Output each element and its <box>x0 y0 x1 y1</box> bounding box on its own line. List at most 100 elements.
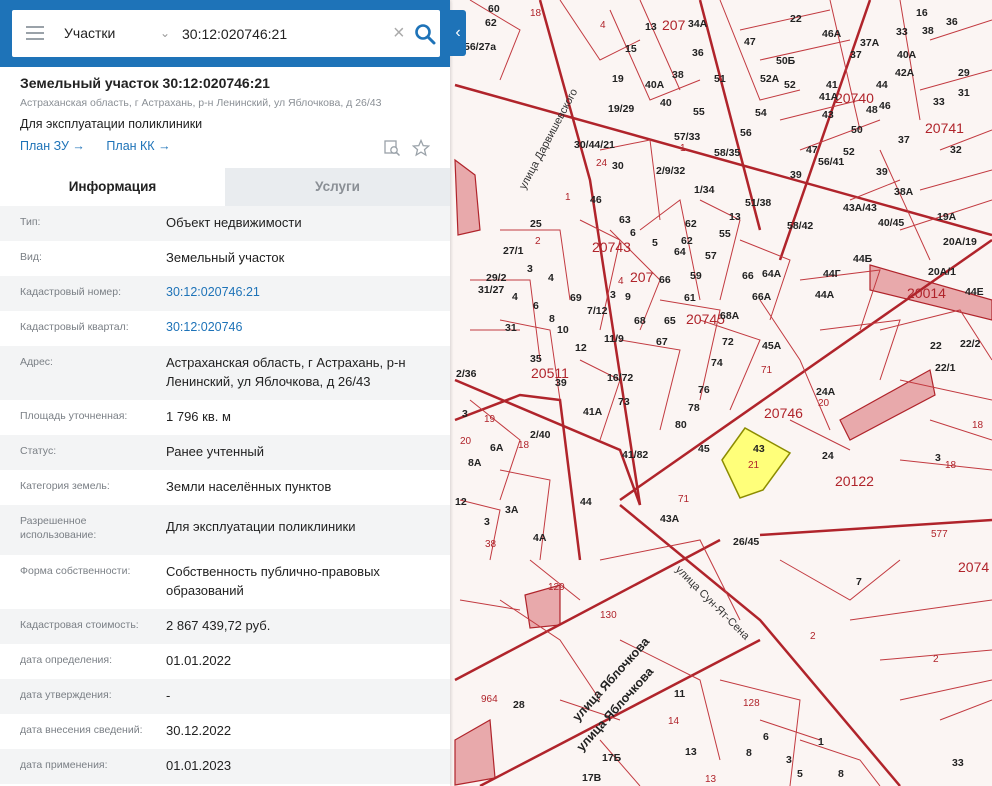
svg-text:50Б: 50Б <box>776 55 796 67</box>
svg-text:31/27: 31/27 <box>478 284 504 296</box>
info-value: 30.12.2022 <box>166 723 232 738</box>
svg-text:20: 20 <box>818 398 830 409</box>
svg-text:6: 6 <box>630 227 636 239</box>
svg-text:29: 29 <box>958 67 970 79</box>
svg-text:43А: 43А <box>660 513 680 525</box>
svg-text:71: 71 <box>678 494 690 505</box>
quarter-label: 20014 <box>907 285 946 301</box>
quarter-label: 20741 <box>925 120 964 136</box>
map-block-fill <box>454 719 496 786</box>
svg-text:33: 33 <box>933 96 945 108</box>
svg-text:64А: 64А <box>762 268 782 280</box>
chevron-left-icon: ‹ <box>455 24 461 41</box>
info-label: дата внесения сведений: <box>20 724 143 736</box>
svg-text:20А/19: 20А/19 <box>943 236 977 248</box>
svg-text:13: 13 <box>729 211 741 223</box>
svg-text:72: 72 <box>722 336 734 348</box>
svg-text:22: 22 <box>930 340 942 352</box>
svg-text:12: 12 <box>455 496 467 508</box>
svg-text:2/9/32: 2/9/32 <box>656 165 685 177</box>
svg-text:55: 55 <box>719 228 731 240</box>
tab-info[interactable]: Информация <box>0 168 225 206</box>
info-row-status: Статус: Ранее учтенный <box>0 435 450 470</box>
svg-text:3: 3 <box>786 754 792 766</box>
search-icon[interactable] <box>414 23 436 45</box>
svg-text:18: 18 <box>518 440 530 451</box>
svg-text:66А: 66А <box>752 291 772 303</box>
svg-text:1: 1 <box>818 736 824 748</box>
cadastral-quarter-link[interactable]: 30:12:020746 <box>166 318 450 339</box>
info-row-cadastral-value: Кадастровая стоимость: 2 867 439,72 руб. <box>0 609 450 644</box>
info-row-date-applied: дата применения: 01.01.2023 <box>0 749 450 784</box>
svg-text:58/42: 58/42 <box>787 220 813 232</box>
svg-text:38: 38 <box>922 25 934 37</box>
info-row-type: Тип: Объект недвижимости <box>0 206 450 241</box>
tab-services[interactable]: Услуги <box>225 168 450 206</box>
object-type-select[interactable]: Участки ⌄ <box>64 10 170 57</box>
clear-icon[interactable]: × <box>393 23 405 43</box>
plan-kk-link[interactable]: План КК → <box>106 139 170 153</box>
svg-text:14: 14 <box>668 716 680 727</box>
svg-text:38: 38 <box>672 69 684 81</box>
info-value: 01.01.2022 <box>166 653 232 668</box>
svg-text:26/45: 26/45 <box>733 536 759 548</box>
svg-text:36: 36 <box>692 47 704 59</box>
svg-text:56: 56 <box>740 127 752 139</box>
svg-text:44: 44 <box>876 79 888 91</box>
svg-text:4: 4 <box>512 291 518 303</box>
svg-text:24А: 24А <box>816 386 836 398</box>
plan-zu-link[interactable]: План ЗУ → <box>20 139 85 153</box>
svg-text:57/33: 57/33 <box>674 131 700 143</box>
object-actions <box>383 138 431 160</box>
svg-text:22/1: 22/1 <box>935 362 956 374</box>
info-label: дата определения: <box>20 654 113 666</box>
quarter-label: 20743 <box>592 239 631 255</box>
object-address: Астраханская область, г Астрахань, р-н Л… <box>20 97 382 109</box>
info-table: Тип: Объект недвижимости Вид: Земельный … <box>0 206 450 784</box>
svg-text:3: 3 <box>610 289 616 301</box>
svg-text:40А: 40А <box>645 79 665 91</box>
object-purpose: Для эксплуатации поликлиники <box>20 117 203 131</box>
svg-text:32: 32 <box>950 144 962 156</box>
svg-text:54: 54 <box>755 107 767 119</box>
menu-icon[interactable] <box>26 26 44 40</box>
star-icon[interactable] <box>411 138 431 157</box>
svg-text:18: 18 <box>945 460 957 471</box>
svg-text:47: 47 <box>744 36 756 48</box>
svg-text:18: 18 <box>530 8 542 19</box>
svg-text:3: 3 <box>527 263 533 275</box>
svg-text:33: 33 <box>896 26 908 38</box>
info-row-cadastral-quarter: Кадастровый квартал: 30:12:020746 <box>0 311 450 346</box>
svg-text:76: 76 <box>698 384 710 396</box>
svg-text:46: 46 <box>879 100 891 112</box>
collapse-panel-button[interactable]: ‹ <box>450 10 466 56</box>
search-box: Участки ⌄ × <box>12 10 440 57</box>
svg-text:37: 37 <box>850 49 862 61</box>
svg-text:48: 48 <box>866 104 878 116</box>
quarter-label: 20746 <box>764 405 803 421</box>
svg-text:39: 39 <box>555 377 567 389</box>
locate-on-map-icon[interactable] <box>383 139 401 157</box>
svg-text:2: 2 <box>810 631 816 642</box>
svg-text:19: 19 <box>612 73 624 85</box>
info-value: Земельный участок <box>166 250 285 265</box>
svg-text:29/2: 29/2 <box>486 272 507 284</box>
map-boundary <box>759 518 992 537</box>
info-value: 01.01.2023 <box>166 758 232 773</box>
info-value: Собственность публично-правовых образова… <box>166 564 380 598</box>
cadastral-number-link[interactable]: 30:12:020746:21 <box>166 283 450 304</box>
svg-text:52А: 52А <box>760 73 780 85</box>
info-label: Площадь уточненная: <box>20 410 128 422</box>
svg-text:44Б: 44Б <box>853 253 873 265</box>
search-input[interactable] <box>182 23 382 45</box>
svg-text:4: 4 <box>548 272 554 284</box>
svg-text:19/29: 19/29 <box>608 103 634 115</box>
svg-text:17Б: 17Б <box>602 752 622 764</box>
svg-text:4: 4 <box>600 20 606 31</box>
svg-text:68А: 68А <box>720 310 740 322</box>
map-block-fill <box>839 369 936 441</box>
svg-text:61: 61 <box>684 292 696 304</box>
svg-text:44: 44 <box>580 496 592 508</box>
svg-text:1/34: 1/34 <box>694 184 715 196</box>
svg-text:43: 43 <box>822 109 834 121</box>
